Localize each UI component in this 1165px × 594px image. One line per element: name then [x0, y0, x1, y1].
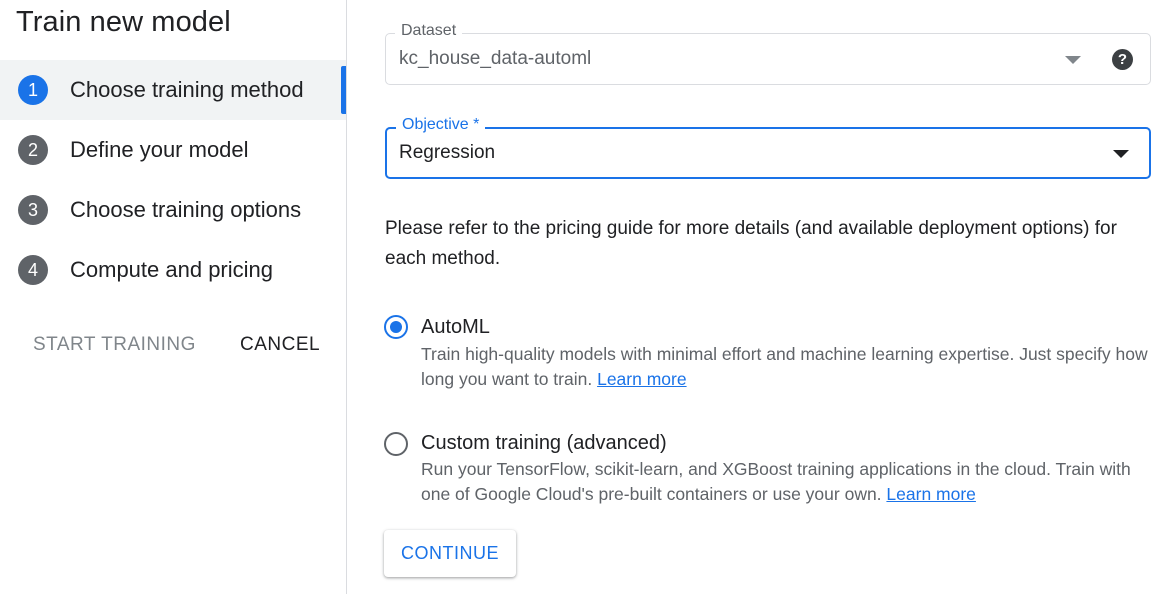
chevron-down-icon[interactable] [1065, 56, 1081, 64]
start-training-button[interactable]: START TRAINING [33, 334, 196, 356]
custom-training-learn-more-link[interactable]: Learn more [886, 484, 976, 504]
step-label: Choose training method [70, 77, 304, 102]
step-number-badge: 3 [18, 195, 48, 225]
dataset-select[interactable]: Dataset kc_house_data-automl ? [385, 22, 1151, 85]
step-choose-training-method[interactable]: 1 Choose training method [0, 60, 346, 120]
automl-option-description: Train high-quality models with minimal e… [421, 342, 1161, 392]
custom-training-option-description: Run your TensorFlow, scikit-learn, and X… [421, 457, 1161, 507]
step-choose-training-options[interactable]: 3 Choose training options [0, 180, 346, 240]
cancel-button[interactable]: CANCEL [240, 334, 320, 356]
objective-select[interactable]: Objective * Regression [385, 116, 1151, 179]
automl-learn-more-link[interactable]: Learn more [597, 369, 687, 389]
dataset-value: kc_house_data-automl [399, 48, 592, 69]
step-compute-and-pricing[interactable]: 4 Compute and pricing [0, 240, 346, 300]
automl-radio[interactable] [384, 315, 408, 339]
step-number-badge: 4 [18, 255, 48, 285]
step-label: Choose training options [70, 197, 302, 222]
chevron-down-icon[interactable] [1113, 150, 1129, 158]
step-label: Compute and pricing [70, 257, 274, 282]
step-number-badge: 1 [18, 75, 48, 105]
step-number-badge: 2 [18, 135, 48, 165]
custom-training-radio[interactable] [384, 432, 408, 456]
custom-training-description-text: Run your TensorFlow, scikit-learn, and X… [421, 459, 1131, 504]
dataset-label: Dataset [395, 22, 463, 40]
sidebar: Train new model 1 Choose training method… [0, 0, 346, 594]
objective-value: Regression [399, 142, 496, 163]
help-icon[interactable]: ? [1112, 49, 1133, 70]
objective-label: Objective * [396, 116, 486, 134]
step-define-your-model[interactable]: 2 Define your model [0, 120, 346, 180]
page-title: Train new model [16, 6, 231, 38]
automl-option-title[interactable]: AutoML [421, 316, 490, 339]
step-label: Define your model [70, 137, 249, 162]
pricing-info-text: Please refer to the pricing guide for mo… [385, 218, 1117, 269]
continue-button[interactable]: CONTINUE [384, 530, 516, 577]
sidebar-divider [346, 0, 347, 594]
custom-training-option-title[interactable]: Custom training (advanced) [421, 432, 667, 455]
automl-description-text: Train high-quality models with minimal e… [421, 344, 1148, 389]
